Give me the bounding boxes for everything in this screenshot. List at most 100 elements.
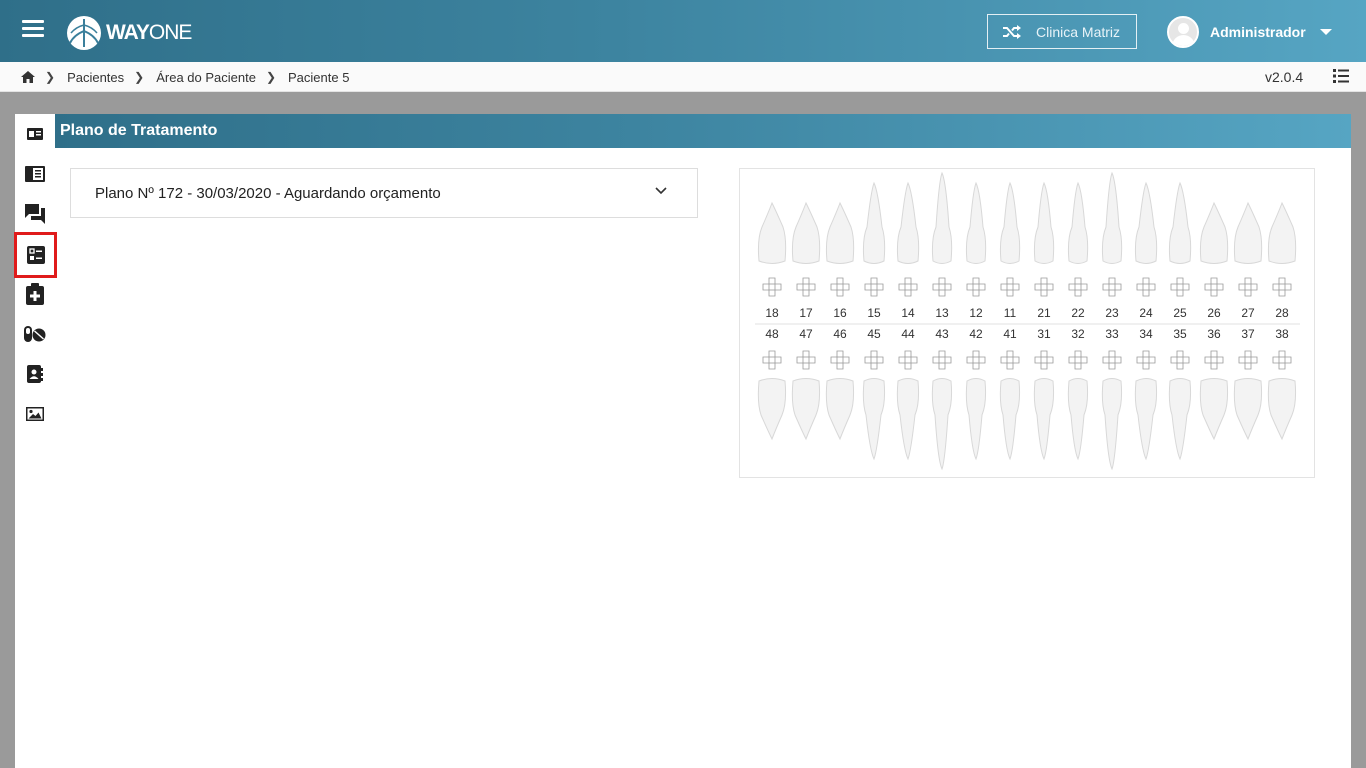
tooth-45[interactable]	[862, 378, 886, 461]
home-icon[interactable]	[21, 71, 35, 83]
tooth-surface-45[interactable]	[864, 350, 884, 370]
tooth-surface-37[interactable]	[1238, 350, 1258, 370]
tooth-16[interactable]	[825, 201, 855, 264]
hamburger-menu-icon[interactable]	[22, 20, 44, 42]
tooth-38[interactable]	[1267, 378, 1297, 441]
tooth-17[interactable]	[791, 201, 821, 264]
tooth-surface-41[interactable]	[1000, 350, 1020, 370]
tooth-surface-28[interactable]	[1272, 277, 1292, 297]
tooth-25[interactable]	[1168, 181, 1192, 264]
tooth-surface-25[interactable]	[1170, 277, 1190, 297]
tooth-surface-34[interactable]	[1136, 350, 1156, 370]
tooth-surface-15[interactable]	[864, 277, 884, 297]
tooth-number: 28	[1275, 306, 1289, 320]
tooth-34[interactable]	[1134, 378, 1158, 461]
tooth-surface-31[interactable]	[1034, 350, 1054, 370]
tooth-number: 16	[833, 306, 847, 320]
tooth-36[interactable]	[1199, 378, 1229, 441]
shuffle-icon	[1003, 24, 1021, 39]
tooth-surface-47[interactable]	[796, 350, 816, 370]
tooth-surface-24[interactable]	[1136, 277, 1156, 297]
breadcrumb-pacientes[interactable]: Pacientes	[67, 70, 124, 85]
tooth-46[interactable]	[825, 378, 855, 441]
sidebar-item-clinical[interactable]	[15, 274, 55, 314]
sidebar-item-prescriptions[interactable]	[15, 314, 55, 354]
tooth-number: 44	[901, 327, 915, 341]
tooth-47[interactable]	[791, 378, 821, 441]
tooth-23[interactable]	[1101, 171, 1123, 264]
clinic-label: Clinica Matriz	[1036, 23, 1121, 40]
tooth-14[interactable]	[896, 181, 920, 264]
tooth-43[interactable]	[931, 378, 953, 471]
sidebar-item-treatment-plan[interactable]	[14, 232, 57, 278]
tooth-18[interactable]	[757, 201, 787, 264]
sidebar-item-images[interactable]	[15, 394, 55, 434]
plan-select-value: Plano Nº 172 - 30/03/2020 - Aguardando o…	[95, 184, 441, 202]
notebook-icon	[25, 166, 45, 182]
tooth-surface-36[interactable]	[1204, 350, 1224, 370]
breadcrumb-area-do-paciente[interactable]: Área do Paciente	[156, 70, 256, 85]
tooth-number: 42	[969, 327, 983, 341]
treatment-plan-select[interactable]: Plano Nº 172 - 30/03/2020 - Aguardando o…	[70, 168, 698, 218]
tooth-13[interactable]	[931, 171, 953, 264]
tooth-surface-46[interactable]	[830, 350, 850, 370]
tooth-surface-27[interactable]	[1238, 277, 1258, 297]
tooth-28[interactable]	[1267, 201, 1297, 264]
tooth-surface-32[interactable]	[1068, 350, 1088, 370]
sidebar-item-messages[interactable]	[15, 194, 55, 234]
tooth-35[interactable]	[1168, 378, 1192, 461]
tooth-surface-23[interactable]	[1102, 277, 1122, 297]
app-version: v2.0.4	[1265, 69, 1304, 85]
breadcrumb: ❯ Pacientes ❯ Área do Paciente ❯ Pacient…	[21, 62, 349, 92]
tooth-surface-17[interactable]	[796, 277, 816, 297]
sidebar-item-contacts[interactable]	[15, 354, 55, 394]
pills-icon	[24, 326, 46, 342]
tooth-number: 26	[1207, 306, 1221, 320]
tooth-surface-16[interactable]	[830, 277, 850, 297]
odontogram: 18 17 16 15 14 13 12 11 21 22 23 24 25 26 27 28 48 47 46 45…	[739, 168, 1315, 478]
tooth-surface-43[interactable]	[932, 350, 952, 370]
tooth-surface-42[interactable]	[966, 350, 986, 370]
tooth-31[interactable]	[1033, 378, 1055, 461]
avatar	[1167, 16, 1199, 48]
tooth-surface-11[interactable]	[1000, 277, 1020, 297]
user-menu[interactable]: Administrador	[1167, 16, 1332, 48]
tooth-number: 17	[799, 306, 813, 320]
list-icon[interactable]	[1333, 69, 1349, 83]
tooth-32[interactable]	[1067, 378, 1089, 461]
tooth-48[interactable]	[757, 378, 787, 441]
tooth-surface-18[interactable]	[762, 277, 782, 297]
tooth-42[interactable]	[965, 378, 987, 461]
tooth-surface-21[interactable]	[1034, 277, 1054, 297]
tooth-number: 48	[765, 327, 779, 341]
tooth-33[interactable]	[1101, 378, 1123, 471]
tooth-37[interactable]	[1233, 378, 1263, 441]
tooth-surface-12[interactable]	[966, 277, 986, 297]
tooth-surface-14[interactable]	[898, 277, 918, 297]
tooth-surface-38[interactable]	[1272, 350, 1292, 370]
tooth-number: 47	[799, 327, 813, 341]
tooth-surface-13[interactable]	[932, 277, 952, 297]
tooth-surface-26[interactable]	[1204, 277, 1224, 297]
tooth-11[interactable]	[999, 181, 1021, 264]
tooth-24[interactable]	[1134, 181, 1158, 264]
tooth-15[interactable]	[862, 181, 886, 264]
switch-clinic-button[interactable]: Clinica Matriz	[987, 14, 1137, 49]
tooth-surface-35[interactable]	[1170, 350, 1190, 370]
tooth-41[interactable]	[999, 378, 1021, 461]
checklist-icon	[26, 246, 45, 264]
tooth-surface-33[interactable]	[1102, 350, 1122, 370]
clipboard-plus-icon	[26, 283, 44, 305]
sidebar-item-patient-data[interactable]	[15, 114, 55, 154]
sidebar-item-records[interactable]	[15, 154, 55, 194]
tooth-26[interactable]	[1199, 201, 1229, 264]
tooth-12[interactable]	[965, 181, 987, 264]
tooth-27[interactable]	[1233, 201, 1263, 264]
logo[interactable]: WAYONE	[66, 16, 192, 50]
tooth-21[interactable]	[1033, 181, 1055, 264]
tooth-surface-48[interactable]	[762, 350, 782, 370]
tooth-surface-44[interactable]	[898, 350, 918, 370]
tooth-22[interactable]	[1067, 181, 1089, 264]
tooth-44[interactable]	[896, 378, 920, 461]
tooth-surface-22[interactable]	[1068, 277, 1088, 297]
